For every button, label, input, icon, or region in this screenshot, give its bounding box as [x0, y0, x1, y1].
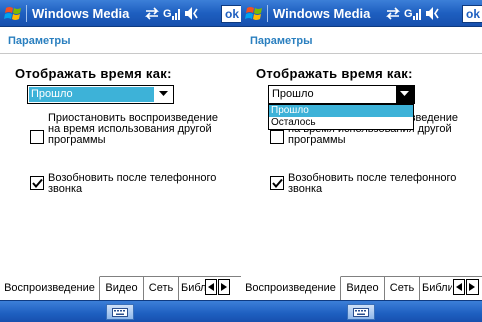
tab-scroll-left[interactable]	[205, 279, 217, 295]
dropdown-list: Прошло Осталось	[268, 104, 414, 130]
tab-library[interactable]: Библи	[420, 277, 452, 300]
keyboard-icon	[353, 308, 369, 317]
title-separator	[26, 5, 27, 22]
page-title: Параметры	[250, 35, 313, 47]
resume-after-call-label: Возобновить после телефонного звонка	[288, 172, 457, 195]
tab-video[interactable]: Видео	[100, 277, 144, 300]
tab-strip: Воспроизведение Видео Сеть Библи	[241, 276, 482, 300]
tab-scroll-left[interactable]	[453, 279, 465, 295]
windows-start-icon[interactable]	[4, 4, 23, 23]
header-divider	[0, 53, 241, 54]
windows-start-icon[interactable]	[245, 4, 264, 23]
ok-button[interactable]: ok	[462, 5, 482, 23]
pause-playback-checkbox[interactable]	[270, 130, 284, 144]
arrow-right-icon	[221, 283, 227, 291]
pause-playback-label: Приостановить воспроизведение на время и…	[48, 112, 219, 146]
dropdown-button[interactable]	[396, 86, 414, 103]
header-divider	[241, 53, 482, 54]
left-pane: Windows Media G ok Параметры Отображать …	[0, 0, 241, 322]
volume-icon[interactable]	[183, 5, 201, 22]
ok-button[interactable]: ok	[221, 5, 241, 23]
arrow-left-icon	[208, 283, 214, 291]
right-pane: Windows Media G ok Параметры Отображать …	[241, 0, 482, 322]
tab-video[interactable]: Видео	[341, 277, 385, 300]
input-panel-button[interactable]	[347, 304, 375, 320]
title-bar: Windows Media G ok	[0, 0, 241, 27]
app-title: Windows Media	[32, 6, 130, 21]
display-time-dropdown[interactable]: Прошло	[268, 85, 415, 104]
svg-text:G: G	[404, 8, 413, 20]
display-time-label: Отображать время как:	[256, 66, 413, 81]
bottom-bar	[0, 300, 241, 322]
resume-after-call-checkbox[interactable]	[270, 176, 284, 190]
dropdown-option-remaining[interactable]: Осталось	[269, 117, 413, 129]
dropdown-option-elapsed[interactable]: Прошло	[269, 105, 413, 117]
arrow-right-icon	[469, 283, 475, 291]
checkmark-icon	[32, 178, 43, 189]
input-panel-button[interactable]	[106, 304, 134, 320]
signal-strength-icon[interactable]: G	[163, 5, 181, 22]
page-title: Параметры	[8, 35, 71, 47]
title-separator	[267, 5, 268, 22]
tab-library[interactable]: Библ	[179, 277, 206, 300]
title-bar: Windows Media G ok	[241, 0, 482, 27]
tab-playback[interactable]: Воспроизведение	[0, 276, 100, 300]
keyboard-icon	[112, 308, 128, 317]
checkmark-icon	[272, 178, 283, 189]
dropdown-value: Прошло	[29, 87, 154, 102]
chevron-down-icon	[400, 91, 409, 96]
chevron-down-icon	[159, 91, 168, 96]
volume-icon[interactable]	[424, 5, 442, 22]
dropdown-button[interactable]	[155, 86, 173, 103]
display-time-label: Отображать время как:	[15, 66, 172, 81]
bottom-bar	[241, 300, 482, 322]
signal-strength-icon[interactable]: G	[404, 5, 422, 22]
tab-strip: Воспроизведение Видео Сеть Библ	[0, 276, 241, 300]
tab-network[interactable]: Сеть	[385, 277, 420, 300]
tab-scroll-right[interactable]	[218, 279, 230, 295]
sync-arrows-icon[interactable]	[384, 5, 402, 22]
sync-arrows-icon[interactable]	[143, 5, 161, 22]
dropdown-value: Прошло	[272, 88, 314, 100]
tab-scroll-right[interactable]	[466, 279, 479, 295]
arrow-left-icon	[456, 283, 462, 291]
tab-network[interactable]: Сеть	[144, 277, 179, 300]
display-time-dropdown[interactable]: Прошло	[27, 85, 174, 104]
resume-after-call-label: Возобновить после телефонного звонка	[48, 172, 217, 195]
tab-playback[interactable]: Воспроизведение	[241, 276, 341, 300]
svg-text:G: G	[163, 8, 172, 20]
resume-after-call-checkbox[interactable]	[30, 176, 44, 190]
pause-playback-checkbox[interactable]	[30, 130, 44, 144]
app-title: Windows Media	[273, 6, 371, 21]
